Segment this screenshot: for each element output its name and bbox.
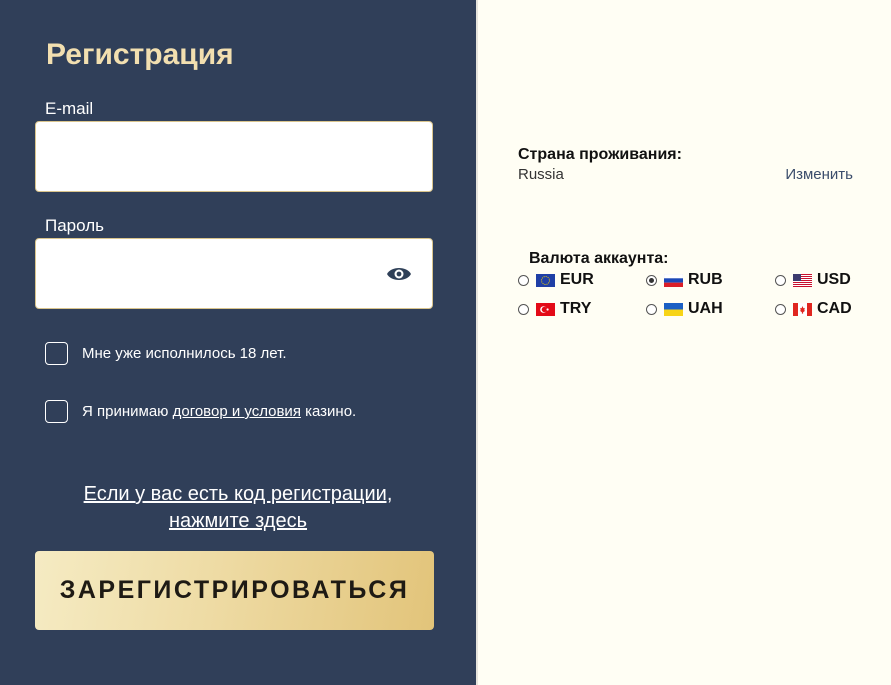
currency-code: USD: [817, 271, 851, 288]
terms-check-row[interactable]: Я принимаю договор и условия казино.: [45, 400, 356, 423]
currency-option-usd[interactable]: USD: [775, 271, 851, 289]
currency-option-uah[interactable]: UAH: [646, 300, 723, 318]
radio-uah[interactable]: [646, 303, 657, 315]
currency-code: EUR: [560, 271, 594, 288]
radio-usd[interactable]: [775, 274, 786, 286]
terms-check-label: Я принимаю договор и условия казино.: [82, 403, 356, 420]
currency-label: Валюта аккаунта:: [529, 250, 669, 267]
email-label: E-mail: [45, 99, 94, 118]
currency-option-cad[interactable]: CAD: [775, 300, 852, 318]
register-button[interactable]: ЗАРЕГИСТРИРОВАТЬСЯ: [35, 551, 434, 630]
password-label: Пароль: [45, 216, 104, 235]
age-check-row[interactable]: Мне уже исполнилось 18 лет.: [45, 342, 287, 365]
currency-code: TRY: [560, 300, 592, 317]
radio-rub[interactable]: [646, 274, 657, 286]
ru-flag-icon: [664, 273, 683, 287]
change-country-link[interactable]: Изменить: [785, 166, 853, 183]
currency-option-eur[interactable]: EUR: [518, 271, 594, 289]
password-field[interactable]: [35, 238, 433, 309]
tr-flag-icon: [536, 302, 555, 316]
eye-icon[interactable]: [386, 264, 412, 284]
email-field[interactable]: [35, 121, 433, 192]
promo-line-2[interactable]: нажмите здесь: [35, 508, 441, 535]
eu-flag-icon: [536, 273, 555, 287]
country-value: Russia: [518, 166, 564, 183]
terms-prefix: Я принимаю: [82, 403, 173, 420]
panel-divider: [476, 0, 478, 685]
age-check-label: Мне уже исполнилось 18 лет.: [82, 345, 287, 362]
age-checkbox[interactable]: [45, 342, 68, 365]
radio-cad[interactable]: [775, 303, 786, 315]
currency-option-try[interactable]: TRY: [518, 300, 591, 318]
currency-code: RUB: [688, 271, 723, 288]
country-label: Страна проживания:: [518, 146, 682, 163]
currency-code: CAD: [817, 300, 852, 317]
us-flag-icon: [793, 273, 812, 287]
terms-link[interactable]: договор и условия: [173, 403, 301, 420]
ca-flag-icon: [793, 302, 812, 316]
ua-flag-icon: [664, 302, 683, 316]
terms-checkbox[interactable]: [45, 400, 68, 423]
currency-option-rub[interactable]: RUB: [646, 271, 723, 289]
radio-try[interactable]: [518, 303, 529, 315]
terms-suffix: казино.: [300, 403, 357, 420]
promo-line-1[interactable]: Если у вас есть код регистрации,: [35, 481, 441, 508]
radio-eur[interactable]: [518, 274, 529, 286]
page-title: Регистрация: [46, 38, 234, 71]
promo-code-link[interactable]: Если у вас есть код регистрации, нажмите…: [35, 481, 441, 535]
currency-code: UAH: [688, 300, 723, 317]
